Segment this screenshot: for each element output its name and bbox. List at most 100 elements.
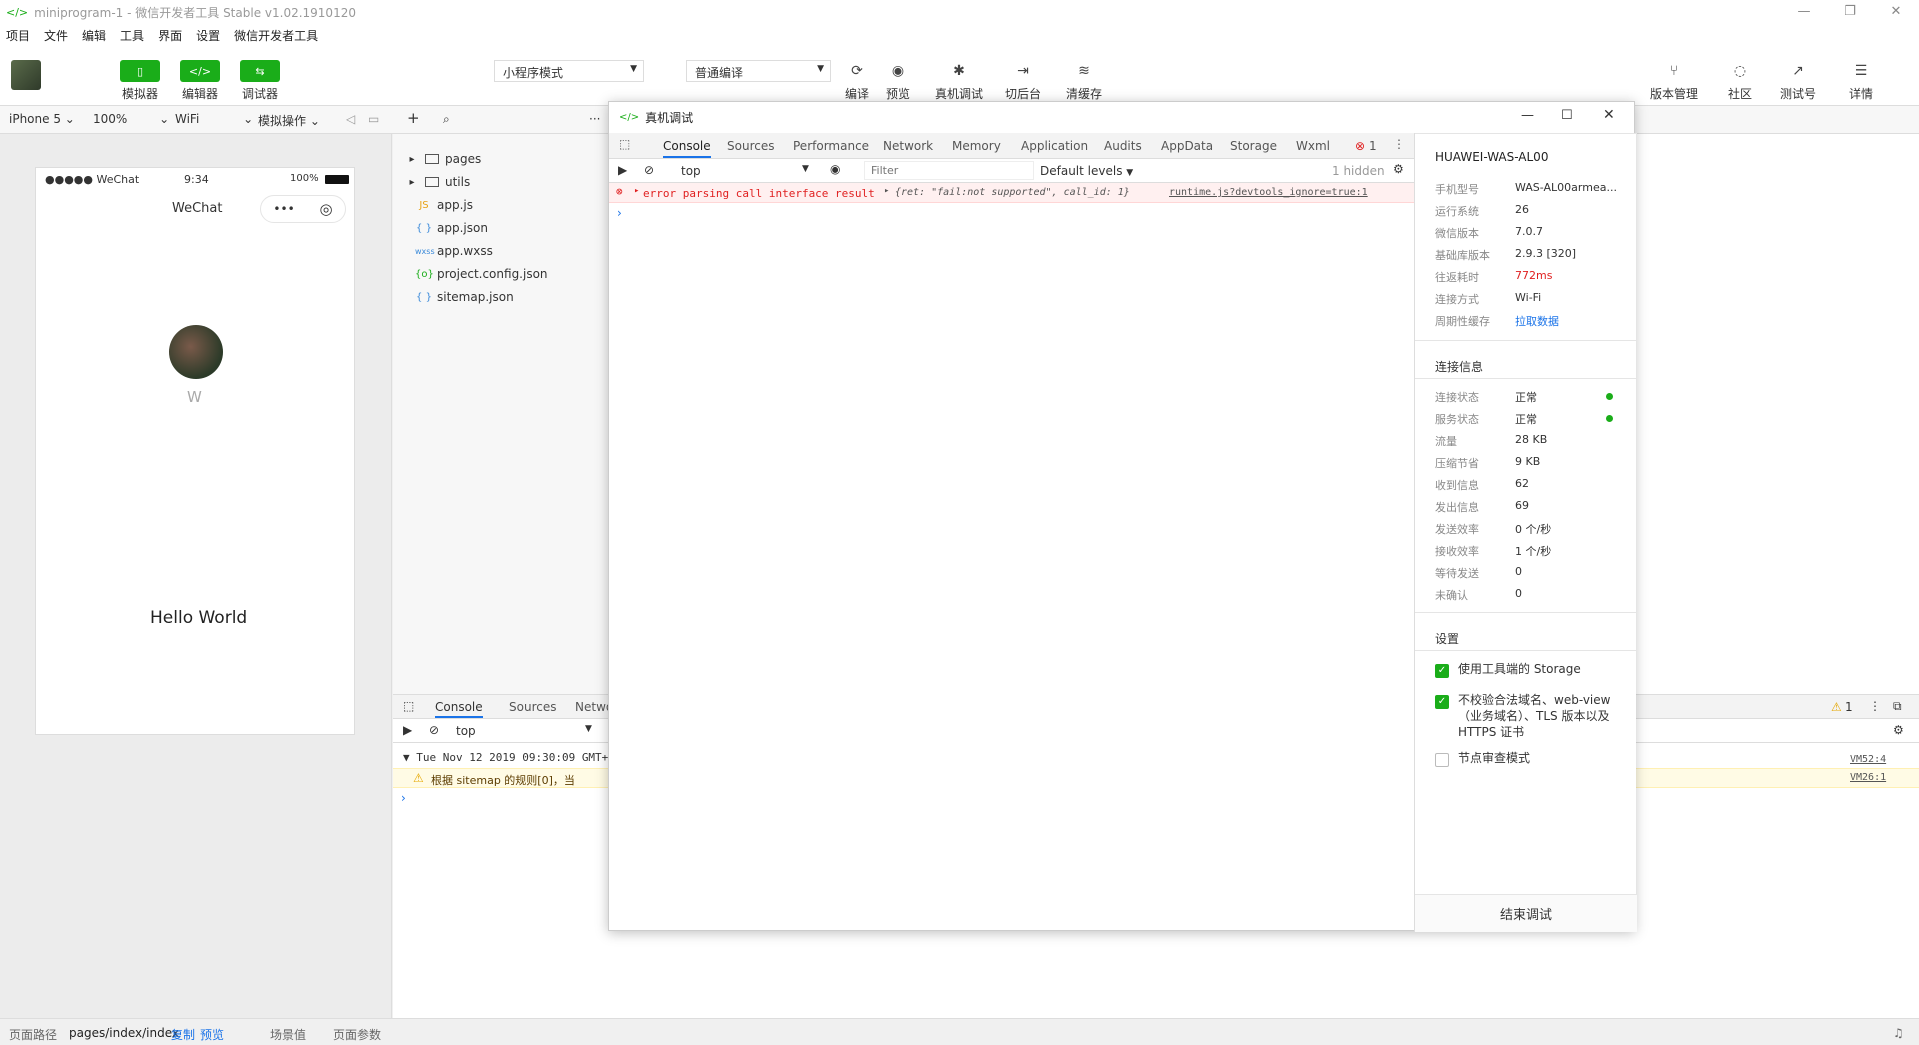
dock-icon[interactable]: ⧉: [1893, 699, 1902, 714]
background-button[interactable]: ⇥ 切后台: [1005, 60, 1041, 102]
error-source-link[interactable]: runtime.js?devtools_ignore=true:1: [1169, 187, 1368, 198]
levels-select[interactable]: Default levels ▼: [1040, 164, 1133, 178]
more-vert-icon[interactable]: ⋮: [1869, 699, 1881, 713]
tab-appdata[interactable]: AppData: [1161, 139, 1213, 153]
clear-cache-button[interactable]: ≋ 清缓存: [1066, 60, 1102, 102]
eye-icon[interactable]: ◉: [830, 162, 840, 176]
prompt-icon[interactable]: ›: [401, 791, 406, 805]
more-dots-icon[interactable]: •••: [273, 202, 294, 216]
inspect-icon[interactable]: ⬚: [619, 137, 630, 151]
capsule-menu[interactable]: ••• ◎: [260, 195, 346, 223]
mode-select[interactable]: 小程序模式 ▼: [494, 60, 644, 82]
editor-button[interactable]: </> 编辑器: [180, 60, 220, 102]
minimize-button[interactable]: —: [1521, 108, 1534, 123]
source-link[interactable]: VM52:4: [1850, 754, 1886, 765]
real-debug-button[interactable]: ✱ 真机调试: [935, 60, 983, 102]
storage-checkbox[interactable]: ✓: [1435, 664, 1449, 678]
file-item-project-config[interactable]: {o} project.config.json: [415, 267, 548, 281]
info-key: 压缩节省: [1435, 457, 1479, 470]
scene-value[interactable]: 场景值: [270, 1026, 306, 1043]
zoom-select[interactable]: 100% ⌄: [93, 112, 169, 126]
add-file-icon[interactable]: +: [407, 109, 420, 127]
chevron-down-icon: ⌄: [159, 112, 170, 126]
context-select[interactable]: top: [681, 164, 701, 178]
menu-wechat-devtools[interactable]: 微信开发者工具: [234, 27, 318, 44]
tab-sources[interactable]: Sources: [509, 700, 556, 714]
search-icon[interactable]: ⌕: [443, 112, 450, 127]
community-button[interactable]: ◌ 社区: [1724, 60, 1756, 102]
file-item-app-wxss[interactable]: wxss app.wxss: [415, 244, 493, 258]
tab-sources[interactable]: Sources: [727, 139, 774, 153]
prompt-icon[interactable]: ›: [617, 206, 622, 220]
file-item-sitemap[interactable]: { } sitemap.json: [415, 290, 514, 304]
close-dialog-button[interactable]: ✕: [1603, 107, 1615, 123]
expand-arrow-icon[interactable]: ▸: [634, 186, 639, 196]
file-item-app-js[interactable]: JS app.js: [415, 198, 473, 212]
clear-console-icon[interactable]: ⊘: [429, 723, 439, 737]
bell-icon[interactable]: ♫: [1893, 1026, 1904, 1040]
user-avatar[interactable]: [11, 60, 41, 90]
menu-view[interactable]: 界面: [158, 27, 182, 44]
more-vert-icon[interactable]: ⋮: [1393, 137, 1405, 151]
more-icon[interactable]: ···: [589, 112, 600, 126]
close-circle-icon[interactable]: ◎: [319, 200, 332, 218]
tab-console[interactable]: Console: [435, 700, 483, 718]
restore-button[interactable]: ❐: [1827, 0, 1873, 24]
inspect-icon[interactable]: ⬚: [403, 699, 414, 713]
popout-icon[interactable]: ▭: [368, 112, 379, 126]
tab-memory[interactable]: Memory: [952, 139, 1001, 153]
compile-mode-select[interactable]: 普通编译 ▼: [686, 60, 831, 82]
copy-path-link[interactable]: 复制: [171, 1026, 195, 1043]
gear-icon[interactable]: ⚙: [1393, 162, 1404, 176]
close-window-button[interactable]: ✕: [1873, 0, 1919, 24]
network-select[interactable]: WiFi ⌄: [175, 112, 253, 126]
page-params[interactable]: 页面参数: [333, 1026, 381, 1043]
device-select[interactable]: iPhone 5 ⌄: [9, 112, 75, 126]
gear-icon[interactable]: ⚙: [1893, 723, 1904, 737]
volume-icon[interactable]: ◁: [346, 112, 355, 126]
error-row[interactable]: ⊗ ▸ error parsing call interface result …: [609, 183, 1414, 203]
domain-check-label[interactable]: 不校验合法域名、web-view（业务域名）、TLS 版本以及 HTTPS 证书: [1458, 692, 1618, 740]
source-link[interactable]: VM26:1: [1850, 772, 1886, 783]
clear-console-icon[interactable]: ⊘: [644, 163, 654, 177]
menu-project[interactable]: 项目: [6, 27, 30, 44]
maximize-button[interactable]: ☐: [1561, 108, 1573, 123]
file-item-utils[interactable]: ▸ utils: [403, 175, 470, 189]
minimize-button[interactable]: —: [1781, 0, 1827, 24]
pull-data-link[interactable]: 拉取数据: [1515, 313, 1559, 329]
node-inspect-label[interactable]: 节点审查模式: [1458, 750, 1618, 766]
preview-button[interactable]: ◉ 预览: [882, 60, 914, 102]
domain-check-checkbox[interactable]: ✓: [1435, 695, 1449, 709]
filter-input[interactable]: [864, 161, 1034, 180]
test-account-button[interactable]: ↗ 测试号: [1780, 60, 1816, 102]
node-inspect-checkbox[interactable]: [1435, 753, 1449, 767]
tab-performance[interactable]: Performance: [793, 139, 869, 153]
tab-wxml[interactable]: Wxml: [1296, 139, 1330, 153]
version-button[interactable]: ⑂ 版本管理: [1650, 60, 1698, 102]
expand-arrow-icon[interactable]: ▸: [884, 186, 889, 196]
menu-edit[interactable]: 编辑: [82, 27, 106, 44]
menu-file[interactable]: 文件: [44, 27, 68, 44]
storage-checkbox-label[interactable]: 使用工具端的 Storage: [1458, 661, 1618, 677]
sidebar-toggle-icon[interactable]: ▶: [618, 163, 627, 177]
end-debug-button[interactable]: 结束调试: [1415, 894, 1637, 932]
debugger-button[interactable]: ⇆ 调试器: [240, 60, 280, 102]
menu-settings[interactable]: 设置: [196, 27, 220, 44]
tab-console[interactable]: Console: [663, 139, 711, 158]
tab-network[interactable]: Network: [883, 139, 933, 153]
log-group[interactable]: ▼ Tue Nov 12 2019 09:30:09 GMT+: [403, 751, 608, 764]
tab-audits[interactable]: Audits: [1104, 139, 1142, 153]
simulator-button[interactable]: ▯ 模拟器: [120, 60, 160, 102]
preview-path-link[interactable]: 预览: [200, 1026, 224, 1043]
tab-storage[interactable]: Storage: [1230, 139, 1277, 153]
tab-application[interactable]: Application: [1021, 139, 1088, 153]
compile-button[interactable]: ⟳ 编译: [841, 60, 873, 102]
menu-tools[interactable]: 工具: [120, 27, 144, 44]
operation-select[interactable]: 模拟操作 ⌄: [258, 112, 320, 129]
details-button[interactable]: ☰ 详情: [1845, 60, 1877, 102]
file-item-app-json[interactable]: { } app.json: [415, 221, 488, 235]
file-item-pages[interactable]: ▸ pages: [403, 152, 481, 166]
sidebar-toggle-icon[interactable]: ▶: [403, 723, 412, 737]
battery-text: 100%: [290, 173, 319, 184]
context-select[interactable]: top: [456, 724, 476, 738]
